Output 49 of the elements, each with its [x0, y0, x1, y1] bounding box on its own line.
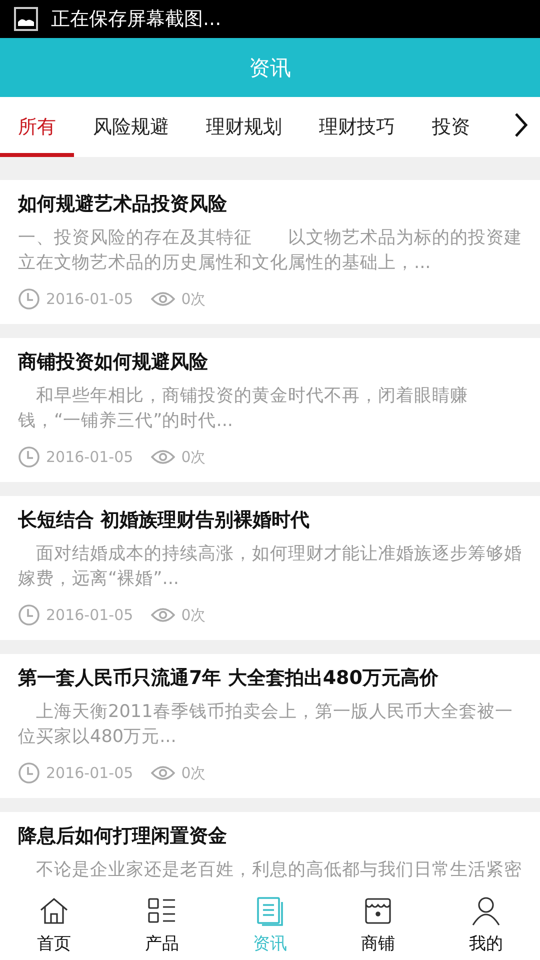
notification-text: 正在保存屏幕截图... [51, 7, 222, 32]
category-tab[interactable]: 理财规划 [188, 97, 300, 157]
article-title: 长短结合 初婚族理财告别裸婚时代 [18, 508, 311, 533]
article-summary: 不论是企业家还是老百姓，利息的高低都与我们日常生活紧密 [35, 859, 522, 882]
clock-icon [18, 604, 40, 626]
article-card[interactable]: 降息后如何打理闲置资金 不论是企业家还是老百姓，利息的高低都与我们日常生活紧密 [0, 812, 540, 890]
view-count: 0次 [181, 290, 206, 308]
article-date: 2016-01-05 [46, 606, 134, 624]
person-icon [471, 896, 501, 926]
storefront-icon [363, 896, 393, 926]
home-icon [39, 896, 69, 926]
clock-icon [18, 288, 40, 310]
article-title: 如何规避艺术品投资风险 [18, 192, 228, 217]
article-date: 2016-01-05 [46, 290, 134, 308]
category-tab[interactable]: 理财技巧 [301, 97, 413, 157]
image-icon [14, 7, 38, 31]
category-tab[interactable]: 投资 [414, 97, 488, 157]
clock-icon [18, 762, 40, 784]
article-summary: 一、投资风险的存在及其特征 以文物艺术品为标的的投资建立在文物艺术品的历史属性和文化属性的基础上，... [18, 227, 522, 275]
category-tab[interactable]: 风险规避 [75, 97, 187, 157]
eye-icon [151, 765, 176, 781]
nav-tab[interactable]: 我的 [432, 890, 540, 960]
article-card[interactable]: 长短结合 初婚族理财告别裸婚时代 面对结婚成本的持续高涨，如何理财才能让准婚族逐步筹够婚嫁费，远离“裸婚”... 2016-01-05 0次 [0, 496, 540, 640]
nav-tab[interactable]: 产品 [108, 890, 216, 960]
nav-tab[interactable]: 首页 [0, 890, 108, 960]
clock-icon [18, 446, 40, 468]
article-card[interactable]: 商铺投资如何规避风险 和早些年相比，商铺投资的黄金时代不再，闭着眼睛赚钱，“一铺养三代”的时代... 2016-01-05 0次 [0, 338, 540, 482]
view-count: 0次 [181, 764, 206, 782]
article-title: 降息后如何打理闲置资金 [18, 824, 228, 849]
article-date: 2016-01-05 [46, 448, 134, 466]
page-title: 资讯 [249, 54, 291, 82]
nav-tab[interactable]: 商铺 [324, 890, 432, 960]
article-title: 第一套人民币只流通7年 大全套拍出480万元高价 [18, 666, 440, 691]
document-icon [255, 896, 285, 926]
article-title: 商铺投资如何规避风险 [18, 350, 209, 375]
article-summary: 和早些年相比，商铺投资的黄金时代不再，闭着眼睛赚钱，“一铺养三代”的时代... [18, 385, 469, 433]
eye-icon [151, 607, 176, 623]
article-date: 2016-01-05 [46, 764, 134, 782]
view-count: 0次 [181, 448, 206, 466]
article-card[interactable]: 如何规避艺术品投资风险 一、投资风险的存在及其特征 以文物艺术品为标的的投资建立在文物艺术品的历史属性和文化属性的基础上，... 2016-01-05 0次 [0, 180, 540, 324]
grid-list-icon [147, 896, 177, 926]
view-count: 0次 [181, 606, 206, 624]
eye-icon [151, 449, 176, 465]
eye-icon [151, 291, 176, 307]
article-card[interactable]: 第一套人民币只流通7年 大全套拍出480万元高价 上海天衡2011春季钱币拍卖会上，第一版人民币大全套被一位买家以480万元... 2016-01-05 0次 [0, 654, 540, 798]
chevron-right-icon[interactable] [514, 112, 528, 138]
article-summary: 面对结婚成本的持续高涨，如何理财才能让准婚族逐步筹够婚嫁费，远离“裸婚”... [18, 543, 522, 591]
category-tab[interactable]: 所有 [0, 97, 74, 157]
article-summary: 上海天衡2011春季钱币拍卖会上，第一版人民币大全套被一位买家以480万元... [18, 701, 514, 749]
